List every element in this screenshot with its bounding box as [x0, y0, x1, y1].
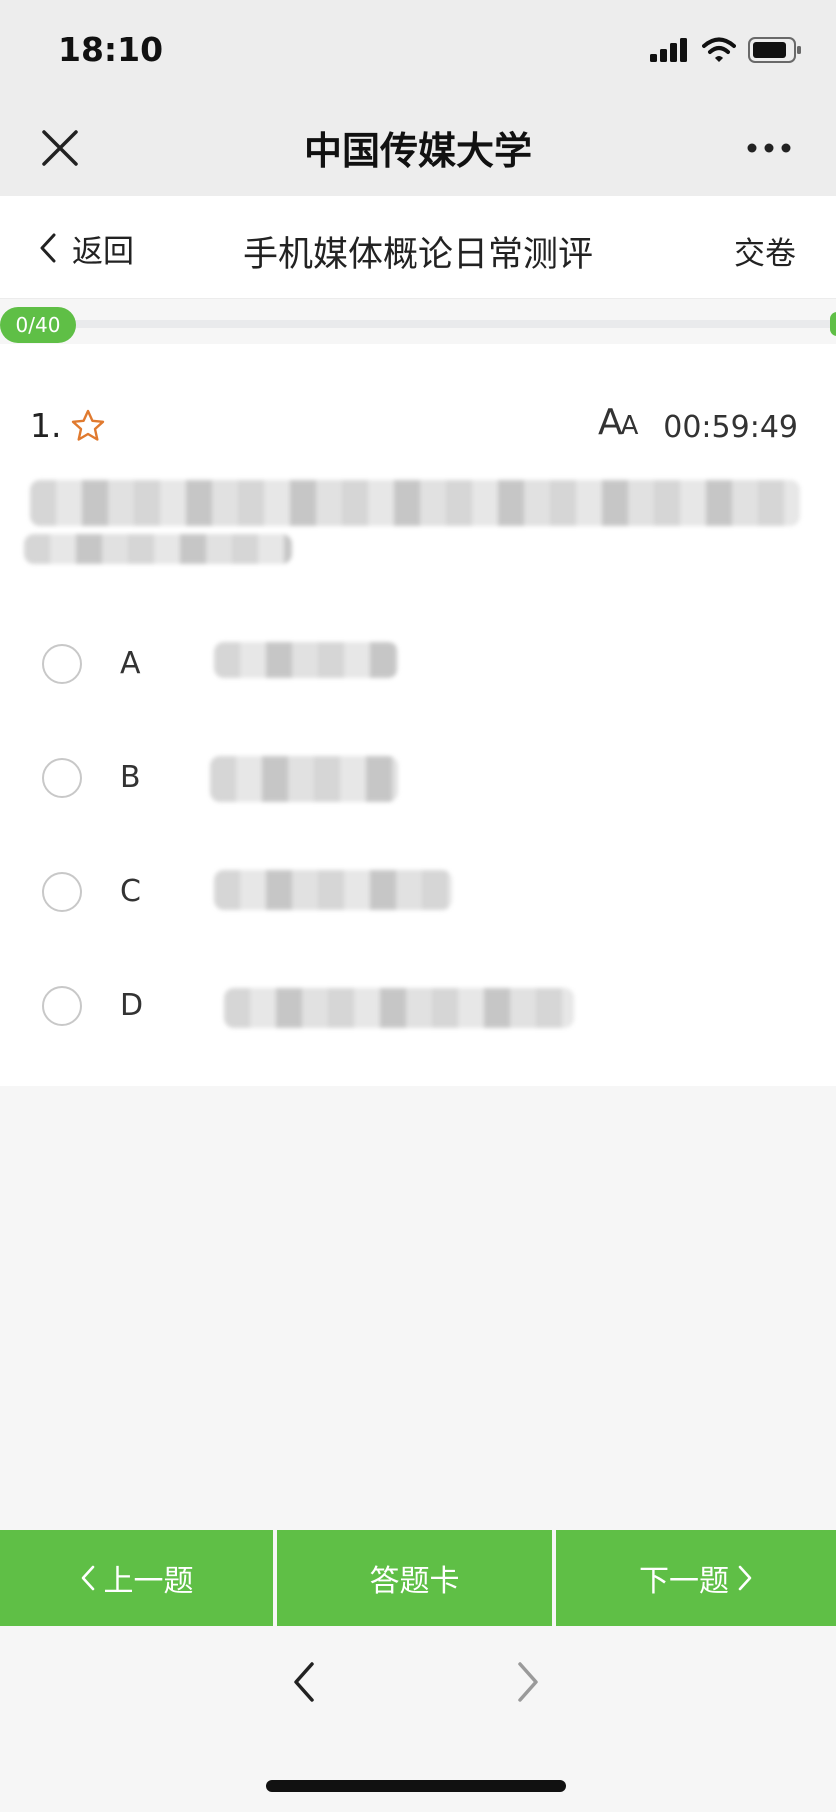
- option-d-letter: D: [120, 988, 144, 1023]
- answer-card-label: 答题卡: [369, 1564, 460, 1599]
- progress-track: [40, 320, 836, 328]
- countdown-timer: 00:59:49: [663, 410, 798, 445]
- option-d[interactable]: D: [0, 962, 836, 1052]
- option-a-radio[interactable]: [42, 644, 82, 684]
- option-b-letter: B: [120, 760, 141, 795]
- option-d-text-redacted: [224, 988, 574, 1028]
- status-icons: [650, 34, 802, 66]
- option-b-text-redacted: [210, 756, 398, 802]
- favorite-star-icon[interactable]: [70, 408, 106, 444]
- quiz-title: 手机媒体概论日常测评: [242, 235, 593, 275]
- battery-icon: [748, 37, 801, 63]
- answer-card-button[interactable]: 答题卡: [277, 1530, 552, 1626]
- option-c-radio[interactable]: [42, 872, 82, 912]
- question-text-redacted-line2: [24, 534, 292, 564]
- browser-forward-icon[interactable]: [508, 1660, 548, 1704]
- font-size-big-letter: A: [598, 402, 623, 443]
- signal-icon: [650, 38, 687, 62]
- font-size-small-letter: A: [620, 411, 639, 441]
- question-text-redacted: [30, 480, 800, 526]
- option-b-radio[interactable]: [42, 758, 82, 798]
- next-question-label: 下一题: [639, 1564, 729, 1599]
- option-b[interactable]: B: [0, 734, 836, 824]
- next-question-button[interactable]: 下一题: [556, 1530, 836, 1626]
- option-c[interactable]: C: [0, 848, 836, 938]
- submit-button[interactable]: 交卷: [734, 228, 796, 273]
- previous-question-label: 上一题: [103, 1564, 194, 1599]
- option-c-text-redacted: [214, 870, 452, 910]
- home-indicator: [266, 1780, 566, 1792]
- wechat-page-title: 中国传媒大学: [303, 129, 532, 173]
- chevron-right-icon: [738, 1565, 752, 1591]
- option-a-text-redacted: [214, 642, 398, 678]
- option-d-radio[interactable]: [42, 986, 82, 1026]
- progress-indicator: 0/40: [0, 307, 76, 343]
- option-a[interactable]: A: [0, 620, 836, 710]
- more-icon[interactable]: [746, 140, 792, 154]
- status-time: 18:10: [58, 30, 164, 69]
- wifi-icon: [702, 37, 736, 62]
- option-a-letter: A: [120, 646, 141, 681]
- chevron-left-icon: [81, 1565, 94, 1591]
- progress-end-cap: [830, 312, 836, 336]
- option-c-letter: C: [120, 874, 141, 909]
- question-number: 1.: [30, 406, 62, 445]
- previous-question-button[interactable]: 上一题: [0, 1530, 273, 1626]
- font-size-toggle[interactable]: AA: [598, 402, 639, 443]
- browser-back-icon[interactable]: [284, 1660, 324, 1704]
